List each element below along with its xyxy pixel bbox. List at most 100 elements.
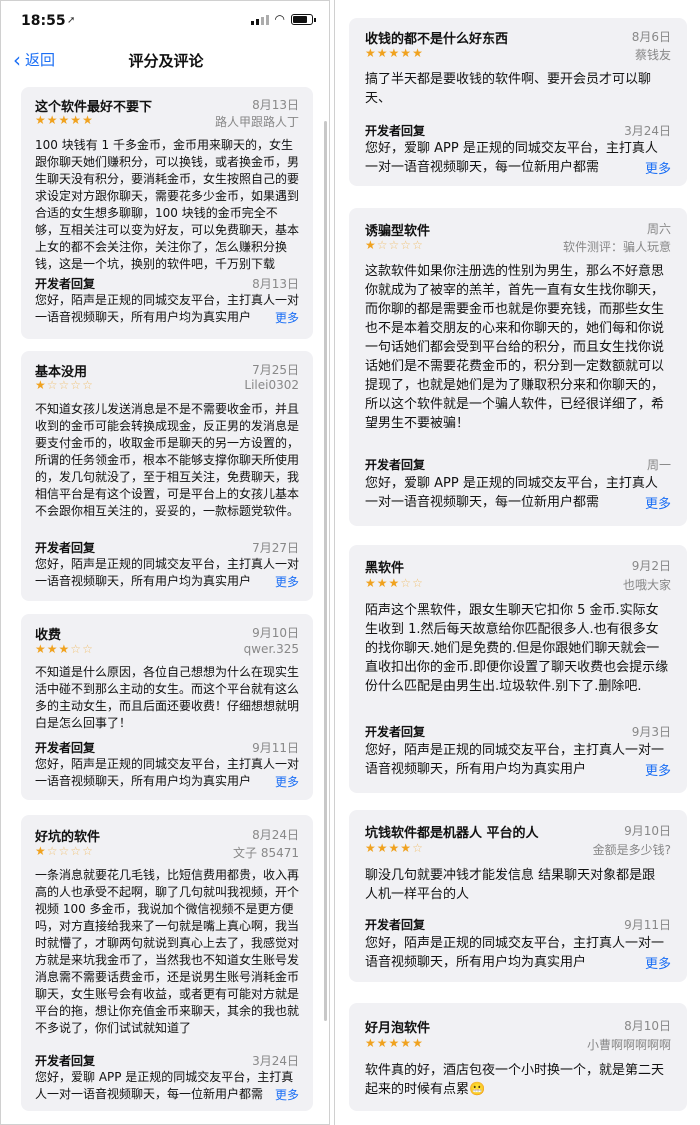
star-filled-icon: ★	[365, 1036, 377, 1050]
review-author: 蔡钱友	[634, 48, 671, 62]
star-rating: ★★★★★	[365, 1036, 424, 1050]
developer-reply-label: 开发者回复	[35, 541, 96, 555]
review-title: 坑钱软件都是机器人 平台的人	[365, 826, 539, 841]
review-card[interactable]: 好坑的软件 8月24日 ★☆☆☆☆ 文子 85471 一条消息就要花几毛钱，比短…	[21, 815, 313, 1111]
more-link[interactable]: 更多	[636, 760, 671, 779]
review-body: 软件真的好，酒店包夜一个小时换一个，就是第二天起来的时候有点累😬	[365, 1063, 665, 1097]
star-empty-icon: ☆	[412, 841, 424, 855]
star-filled-icon: ★	[365, 46, 377, 60]
developer-reply-date: 3月24日	[252, 1054, 299, 1068]
status-time: 18:55	[21, 13, 66, 29]
review-title: 好月泡软件	[365, 1021, 431, 1036]
review-date: 8月10日	[624, 1019, 671, 1033]
review-card[interactable]: 诱骗型软件 周六 ★☆☆☆☆ 软件测评：骗人玩意 这款软件如果你注册选的性别为男…	[349, 208, 687, 526]
star-filled-icon: ★	[388, 576, 401, 590]
star-empty-icon: ☆	[70, 378, 83, 392]
review-author: 小曹啊啊啊啊啊	[586, 1038, 671, 1052]
review-card[interactable]: 坑钱软件都是机器人 平台的人 9月10日 ★★★★☆ 金额是多少钱? 聊没几句就…	[349, 810, 687, 982]
star-filled-icon: ★	[400, 841, 413, 855]
star-empty-icon: ☆	[70, 844, 83, 858]
more-link[interactable]: 更多	[636, 158, 671, 177]
star-filled-icon: ★	[388, 841, 401, 855]
status-bar: 18:55 ➚ ◠	[1, 1, 331, 39]
star-empty-icon: ☆	[58, 844, 71, 858]
review-date: 8月24日	[252, 828, 299, 842]
more-link[interactable]: 更多	[266, 1086, 299, 1103]
review-author: 也哦大家	[622, 578, 671, 592]
star-empty-icon: ☆	[388, 238, 401, 252]
star-filled-icon: ★	[35, 378, 47, 392]
more-link[interactable]: 更多	[636, 493, 671, 512]
review-date: 9月10日	[252, 626, 299, 640]
wifi-icon: ◠	[274, 12, 285, 26]
review-card[interactable]: 好月泡软件 8月10日 ★★★★★ 小曹啊啊啊啊啊 软件真的好，酒店包夜一个小时…	[349, 1003, 687, 1111]
review-author: 软件测评：骗人玩意	[562, 240, 671, 254]
star-empty-icon: ☆	[46, 378, 59, 392]
developer-reply-text: 您好，陌声是正规的同城交友平台，主打真人一对一语音视频聊天，所有用户均为真实用户	[35, 757, 300, 788]
star-filled-icon: ★	[388, 1036, 401, 1050]
star-filled-icon: ★	[82, 113, 94, 127]
developer-reply-label: 开发者回复	[365, 918, 426, 932]
review-body: 聊没几句就要冲钱才能发信息 结果聊天对象都是跟人机一样平台的人	[365, 868, 656, 902]
location-arrow-icon: ➚	[67, 15, 76, 26]
star-rating: ★★★★★	[35, 113, 94, 127]
review-title: 好坑的软件	[35, 830, 101, 845]
review-author: 路人甲跟路人丁	[214, 115, 299, 129]
review-author: qwer.325	[243, 642, 299, 656]
star-rating: ★☆☆☆☆	[365, 238, 424, 252]
star-filled-icon: ★	[365, 576, 377, 590]
page-title: 评分及评论	[128, 52, 204, 70]
star-empty-icon: ☆	[58, 378, 71, 392]
star-filled-icon: ★	[70, 113, 83, 127]
developer-reply-text: 您好，陌声是正规的同城交友平台，主打真人一对一语音视频聊天，所有用户均为真实用户	[35, 557, 300, 588]
developer-reply-label: 开发者回复	[35, 1054, 96, 1068]
star-filled-icon: ★	[35, 844, 47, 858]
developer-reply-text: 您好，爱聊 APP 是正规的同城交友平台，主打真人一对一语音视频聊天，每一位新用…	[35, 1070, 294, 1101]
developer-reply-text: 您好，陌声是正规的同城交友平台，主打真人一对一语音视频聊天，所有用户均为真实用户	[365, 743, 665, 777]
developer-reply-text: 您好，陌声是正规的同城交友平台，主打真人一对一语音视频聊天，所有用户均为真实用户	[365, 936, 665, 970]
developer-reply-label: 开发者回复	[35, 741, 96, 755]
right-screenshot: 收钱的都不是什么好东西 8月6日 ★★★★★ 蔡钱友 搞了半天都是要收钱的软件啊…	[334, 0, 700, 1125]
star-empty-icon: ☆	[82, 642, 94, 656]
review-date: 9月2日	[631, 559, 671, 573]
developer-reply-date: 9月11日	[252, 741, 299, 755]
review-body: 陌声这个黑软件，跟女生聊天它扣你 5 金币.实际女生收到 1.然后每天故意给你匹…	[365, 603, 669, 694]
review-card[interactable]: 黑软件 9月2日 ★★★☆☆ 也哦大家 陌声这个黑软件，跟女生聊天它扣你 5 金…	[349, 545, 687, 793]
star-filled-icon: ★	[365, 841, 377, 855]
star-filled-icon: ★	[35, 642, 47, 656]
star-empty-icon: ☆	[82, 378, 94, 392]
star-empty-icon: ☆	[412, 576, 424, 590]
developer-reply-label: 开发者回复	[35, 277, 96, 291]
developer-reply-text: 您好，爱聊 APP 是正规的同城交友平台，主打真人一对一语音视频聊天，每一位新用…	[365, 476, 658, 510]
developer-reply-date: 3月24日	[624, 124, 671, 138]
developer-reply-text: 您好，陌声是正规的同城交友平台，主打真人一对一语音视频聊天，所有用户均为真实用户	[35, 293, 300, 324]
review-card[interactable]: 基本没用 7月25日 ★☆☆☆☆ Lilei0302 不知道女孩儿发送消息是不是…	[21, 351, 313, 601]
scrollbar[interactable]	[324, 121, 327, 1021]
more-link[interactable]: 更多	[266, 573, 299, 590]
star-filled-icon: ★	[376, 841, 389, 855]
review-card[interactable]: 这个软件最好不要下 8月13日 ★★★★★ 路人甲跟路人丁 100 块钱有 1 …	[21, 87, 313, 339]
more-link[interactable]: 更多	[636, 953, 671, 972]
review-date: 周六	[646, 222, 671, 236]
left-screenshot: 18:55 ➚ ◠ ‹ 返回 评分及评论 这个软件最好不要下 8月13日 ★★★…	[0, 0, 330, 1125]
more-link[interactable]: 更多	[266, 309, 299, 326]
star-filled-icon: ★	[365, 238, 377, 252]
star-filled-icon: ★	[46, 642, 59, 656]
review-title: 黑软件	[365, 561, 405, 576]
star-rating: ★☆☆☆☆	[35, 378, 94, 392]
signal-icon	[250, 14, 269, 25]
developer-reply-date: 9月3日	[631, 725, 671, 739]
developer-reply-date: 9月11日	[624, 918, 671, 932]
star-rating: ★★★☆☆	[35, 642, 94, 656]
review-card[interactable]: 收费 9月10日 ★★★☆☆ qwer.325 不知道是什么原因，各位自己想想为…	[21, 614, 313, 800]
more-link[interactable]: 更多	[266, 773, 299, 790]
review-card[interactable]: 收钱的都不是什么好东西 8月6日 ★★★★★ 蔡钱友 搞了半天都是要收钱的软件啊…	[349, 18, 687, 186]
review-date: 8月13日	[252, 98, 299, 112]
developer-reply-label: 开发者回复	[365, 725, 426, 739]
star-rating: ★★★☆☆	[365, 576, 424, 590]
star-rating: ★★★★★	[365, 46, 424, 60]
star-filled-icon: ★	[400, 1036, 413, 1050]
review-body: 一条消息就要花几毛钱，比短信费用都贵，收入再高的人也承受不起啊，聊了几句就叫我视…	[35, 868, 300, 1035]
review-body: 100 块钱有 1 千多金币，金币用来聊天的，女生跟你聊天她们赚积分，可以换钱，…	[35, 138, 300, 271]
status-icons: ◠	[250, 12, 316, 26]
